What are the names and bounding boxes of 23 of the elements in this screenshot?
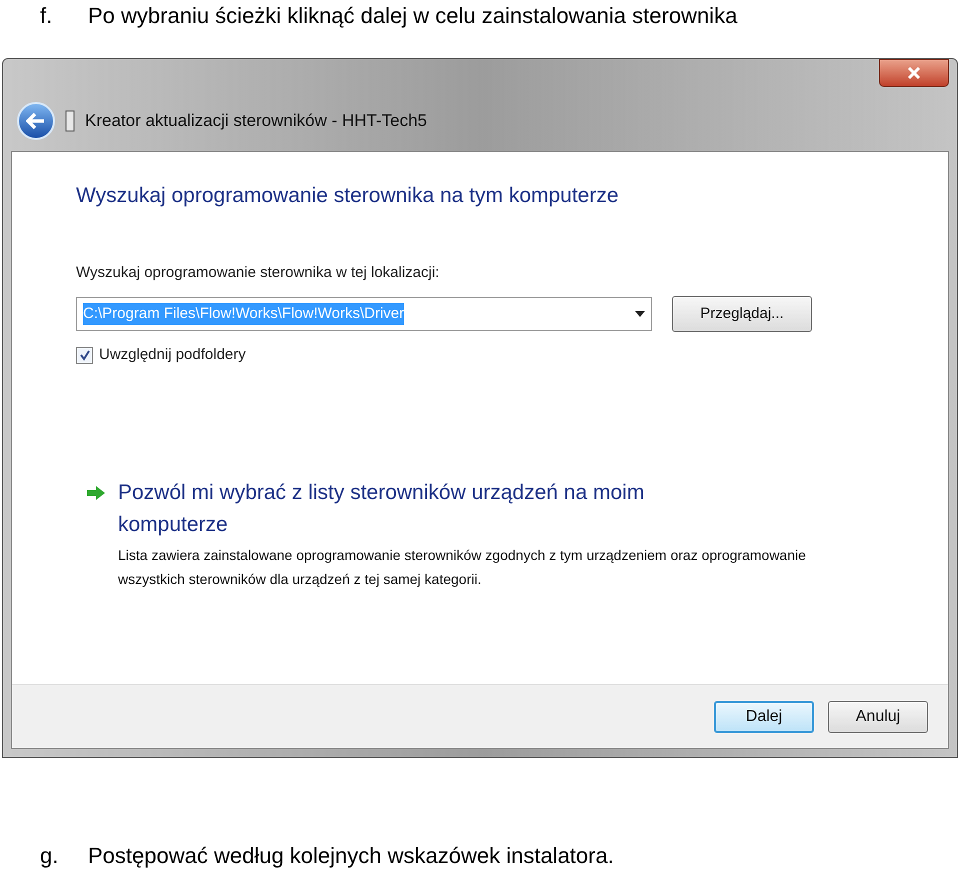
- option-description: Lista zawiera zainstalowane oprogramowanie sterowników zgodnych z tym urządzeniem oraz oprogramowanie wszystkich sterowników dla urządzeń z tej samej kategorii.: [118, 546, 807, 589]
- check-icon: [78, 349, 90, 362]
- subfolders-checkbox[interactable]: [76, 346, 93, 364]
- back-button[interactable]: [17, 102, 55, 140]
- path-value: C:\Program Files\Flow!Works\Flow!Works\Driver: [83, 302, 404, 326]
- device-icon: [65, 110, 75, 132]
- subfolders-label: Uwzględnij podfoldery: [99, 345, 246, 365]
- dialog-button[interactable]: Anuluj: [828, 700, 928, 732]
- close-button[interactable]: [879, 59, 949, 87]
- caption-text: Po wybraniu ścieżki kliknąć dalej w celu zainstalowania sterownika: [88, 2, 738, 30]
- caption-text: Postępować według kolejnych wskazówek instalatora.: [88, 842, 614, 870]
- location-label: Wyszukaj oprogramowanie sterownika w tej lokalizacji:: [76, 262, 440, 282]
- page-heading: Wyszukaj oprogramowanie sterownika na tym komputerze: [76, 183, 620, 209]
- dialog-button[interactable]: Dalej: [714, 700, 814, 732]
- arrow-icon: [86, 484, 106, 500]
- option-link[interactable]: Pozwól mi wybrać z listy sterowników urządzeń na moim komputerze: [118, 476, 738, 540]
- window-title: Kreator aktualizacji sterowników - HHT-Tech5: [85, 110, 428, 132]
- list-marker: f.: [40, 2, 54, 30]
- back-arrow-icon: [26, 112, 46, 130]
- browse-button[interactable]: Przeglądaj...: [672, 296, 812, 332]
- list-marker: g.: [40, 842, 60, 870]
- close-icon: [907, 67, 921, 79]
- dropdown-arrow-icon: [635, 311, 645, 317]
